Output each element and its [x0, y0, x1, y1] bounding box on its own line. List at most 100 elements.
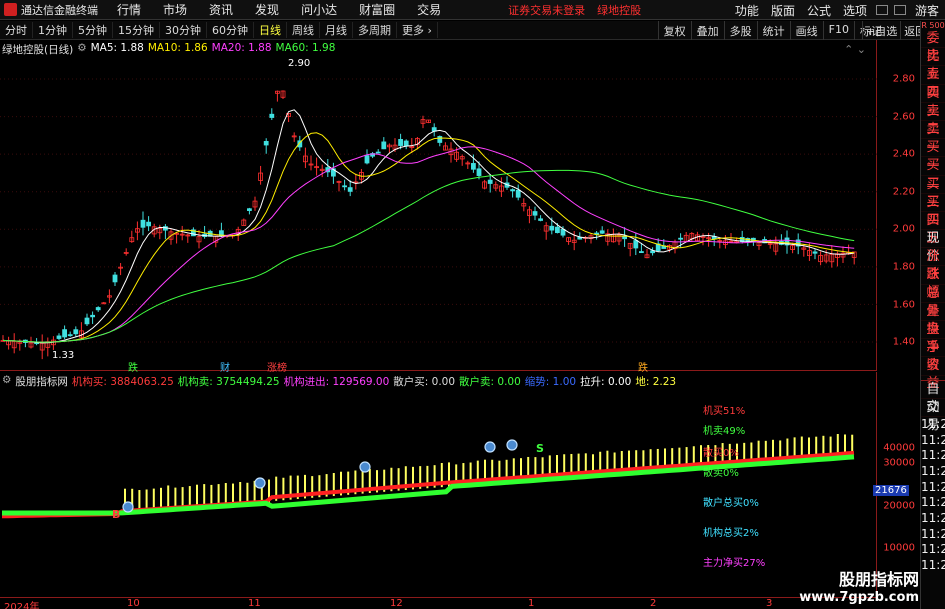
tool-add-favorite[interactable]: +自选 — [862, 21, 900, 40]
stock-name-notice: 绿地控股 — [597, 3, 642, 17]
menu-gongneng[interactable]: 功能 — [729, 2, 765, 19]
price-tick: 2.20 — [892, 186, 915, 198]
period-more[interactable]: 更多 › — [397, 22, 438, 38]
watermark-url: www.7gpzb.com — [799, 590, 919, 605]
candle-body — [510, 189, 516, 192]
x-tick: 11 — [248, 598, 261, 609]
legend-item: 机卖49% — [703, 426, 746, 437]
period-fenshi[interactable]: 分时 — [0, 22, 33, 38]
period-daily[interactable]: 日线 — [254, 22, 287, 38]
period-5min[interactable]: 5分钟 — [73, 22, 113, 38]
side-auto[interactable]: 自动 — [921, 381, 945, 415]
trade-time: 11:27 — [921, 542, 945, 557]
candle-body — [140, 219, 146, 228]
side-item: 卖四 — [921, 66, 945, 100]
period-monthly[interactable]: 月线 — [320, 22, 353, 38]
r500-label: R 500 — [921, 21, 945, 30]
side-item: 外盘 — [921, 303, 945, 337]
maximize-icon[interactable] — [893, 5, 906, 15]
menu-youke[interactable]: 游客 — [909, 2, 945, 19]
candle-body — [263, 141, 269, 146]
ind-tick: 40000 — [883, 442, 915, 454]
period-weekly[interactable]: 周线 — [287, 22, 320, 38]
period-30min[interactable]: 30分钟 — [160, 22, 207, 38]
x-tick: 1 — [528, 598, 535, 609]
candle-body — [146, 221, 152, 227]
menu-bar: 通达信金融终端 行情 市场 资讯 发现 问小达 财富圈 交易 证券交易未登录 绿… — [0, 0, 945, 20]
tool-duogu[interactable]: 多股 — [723, 21, 757, 40]
tool-tongji[interactable]: 统计 — [756, 21, 790, 40]
side-item: 买三 — [921, 176, 945, 210]
side-item: 买四 — [921, 194, 945, 228]
indicator-axis: 40000 30000 20000 10000 21676 — [873, 372, 919, 597]
signal-dot — [506, 439, 518, 451]
menu-caifuquan[interactable]: 财富圈 — [348, 1, 406, 18]
ind-tick: 20000 — [883, 500, 915, 512]
candle-body — [62, 329, 67, 338]
candle-body — [90, 314, 95, 318]
price-tick: 1.60 — [892, 299, 915, 311]
watermark-title: 股朋指标网 — [838, 570, 919, 589]
sell-marker: S — [536, 442, 544, 455]
menu-zixun[interactable]: 资讯 — [198, 1, 244, 18]
candle-body — [515, 189, 521, 198]
side-item: 涨幅 — [921, 266, 945, 300]
quote-sidebar: R 500 委比 卖五 卖四 卖三 卖二 卖一 买一 买二 买三 买四 买五 现价 涨跌 涨幅 总量 外盘 换手… — [920, 21, 945, 609]
price-tick: 1.80 — [892, 261, 915, 273]
candle-body — [487, 179, 493, 184]
watermark: 股朋指标网 www.7gpzb.com — [799, 566, 919, 605]
x-axis: 2024年 10 11 12 1 2 3 — [0, 597, 877, 609]
menu-hangqing[interactable]: 行情 — [106, 1, 152, 18]
app-logo-icon — [4, 3, 17, 16]
side-trade[interactable]: 交易 — [921, 399, 945, 433]
candle-body — [812, 251, 818, 254]
indicator-panel[interactable]: ⚙ 股朋指标网 机构买: 3884063.25 机构卖: 3754494.25 … — [0, 372, 877, 597]
kline-panel[interactable]: 绿地控股(日线) ⚙ MA5: 1.88 MA10: 1.86 MA20: 1.… — [0, 40, 877, 374]
candle-body — [347, 187, 353, 192]
tool-f10[interactable]: F10 — [822, 21, 854, 40]
candle-body — [112, 274, 118, 283]
candle-body — [56, 335, 62, 339]
tool-fuquan[interactable]: 复权 — [657, 21, 691, 40]
login-notice[interactable]: 证券交易未登录 — [502, 2, 591, 18]
side-item: 换手 — [921, 321, 945, 355]
signal-dot — [484, 441, 496, 453]
trade-time: 11:27 — [921, 511, 945, 526]
period-multi[interactable]: 多周期 — [353, 22, 397, 38]
period-60min[interactable]: 60分钟 — [207, 22, 254, 38]
candle-body — [639, 251, 644, 254]
candle-body — [633, 240, 639, 249]
tool-diejia[interactable]: 叠加 — [690, 21, 724, 40]
side-item: 买一 — [921, 139, 945, 173]
x-tick: 12 — [390, 598, 403, 609]
menu-faxian[interactable]: 发现 — [244, 1, 290, 18]
period-15min[interactable]: 15分钟 — [113, 22, 160, 38]
menu-jiaoyi[interactable]: 交易 — [406, 1, 452, 18]
candle-body — [403, 140, 409, 147]
candle-body — [532, 211, 538, 216]
tool-huaxian[interactable]: 画线 — [789, 21, 823, 40]
menu-banmian[interactable]: 版面 — [765, 2, 801, 19]
candle-body — [594, 232, 599, 235]
candle-body — [470, 163, 476, 170]
menu-wenxiaoda[interactable]: 问小达 — [290, 1, 348, 18]
ma-line — [2, 109, 855, 344]
price-tick: 1.40 — [892, 336, 915, 348]
ind-tick: 10000 — [883, 542, 915, 554]
period-1min[interactable]: 1分钟 — [33, 22, 73, 38]
trade-time: 11:26 — [921, 448, 945, 463]
legend-item: 主力净买27% — [703, 558, 766, 569]
menu-shichang[interactable]: 市场 — [152, 1, 198, 18]
legend-item: 散卖0% — [703, 468, 739, 479]
trade-time: 11:26 — [921, 416, 945, 431]
menu-xuanxiang[interactable]: 选项 — [837, 2, 873, 19]
trade-time: 11:27 — [921, 558, 945, 573]
menu-gongshi[interactable]: 公式 — [801, 2, 837, 19]
candle-body — [375, 151, 381, 154]
candle-body — [555, 226, 560, 234]
trade-time: 11:27 — [921, 495, 945, 510]
side-item: 卖三 — [921, 85, 945, 119]
minimize-icon[interactable] — [875, 5, 888, 15]
ind-tick: 30000 — [883, 457, 915, 469]
side-item: 现价 — [921, 230, 945, 264]
